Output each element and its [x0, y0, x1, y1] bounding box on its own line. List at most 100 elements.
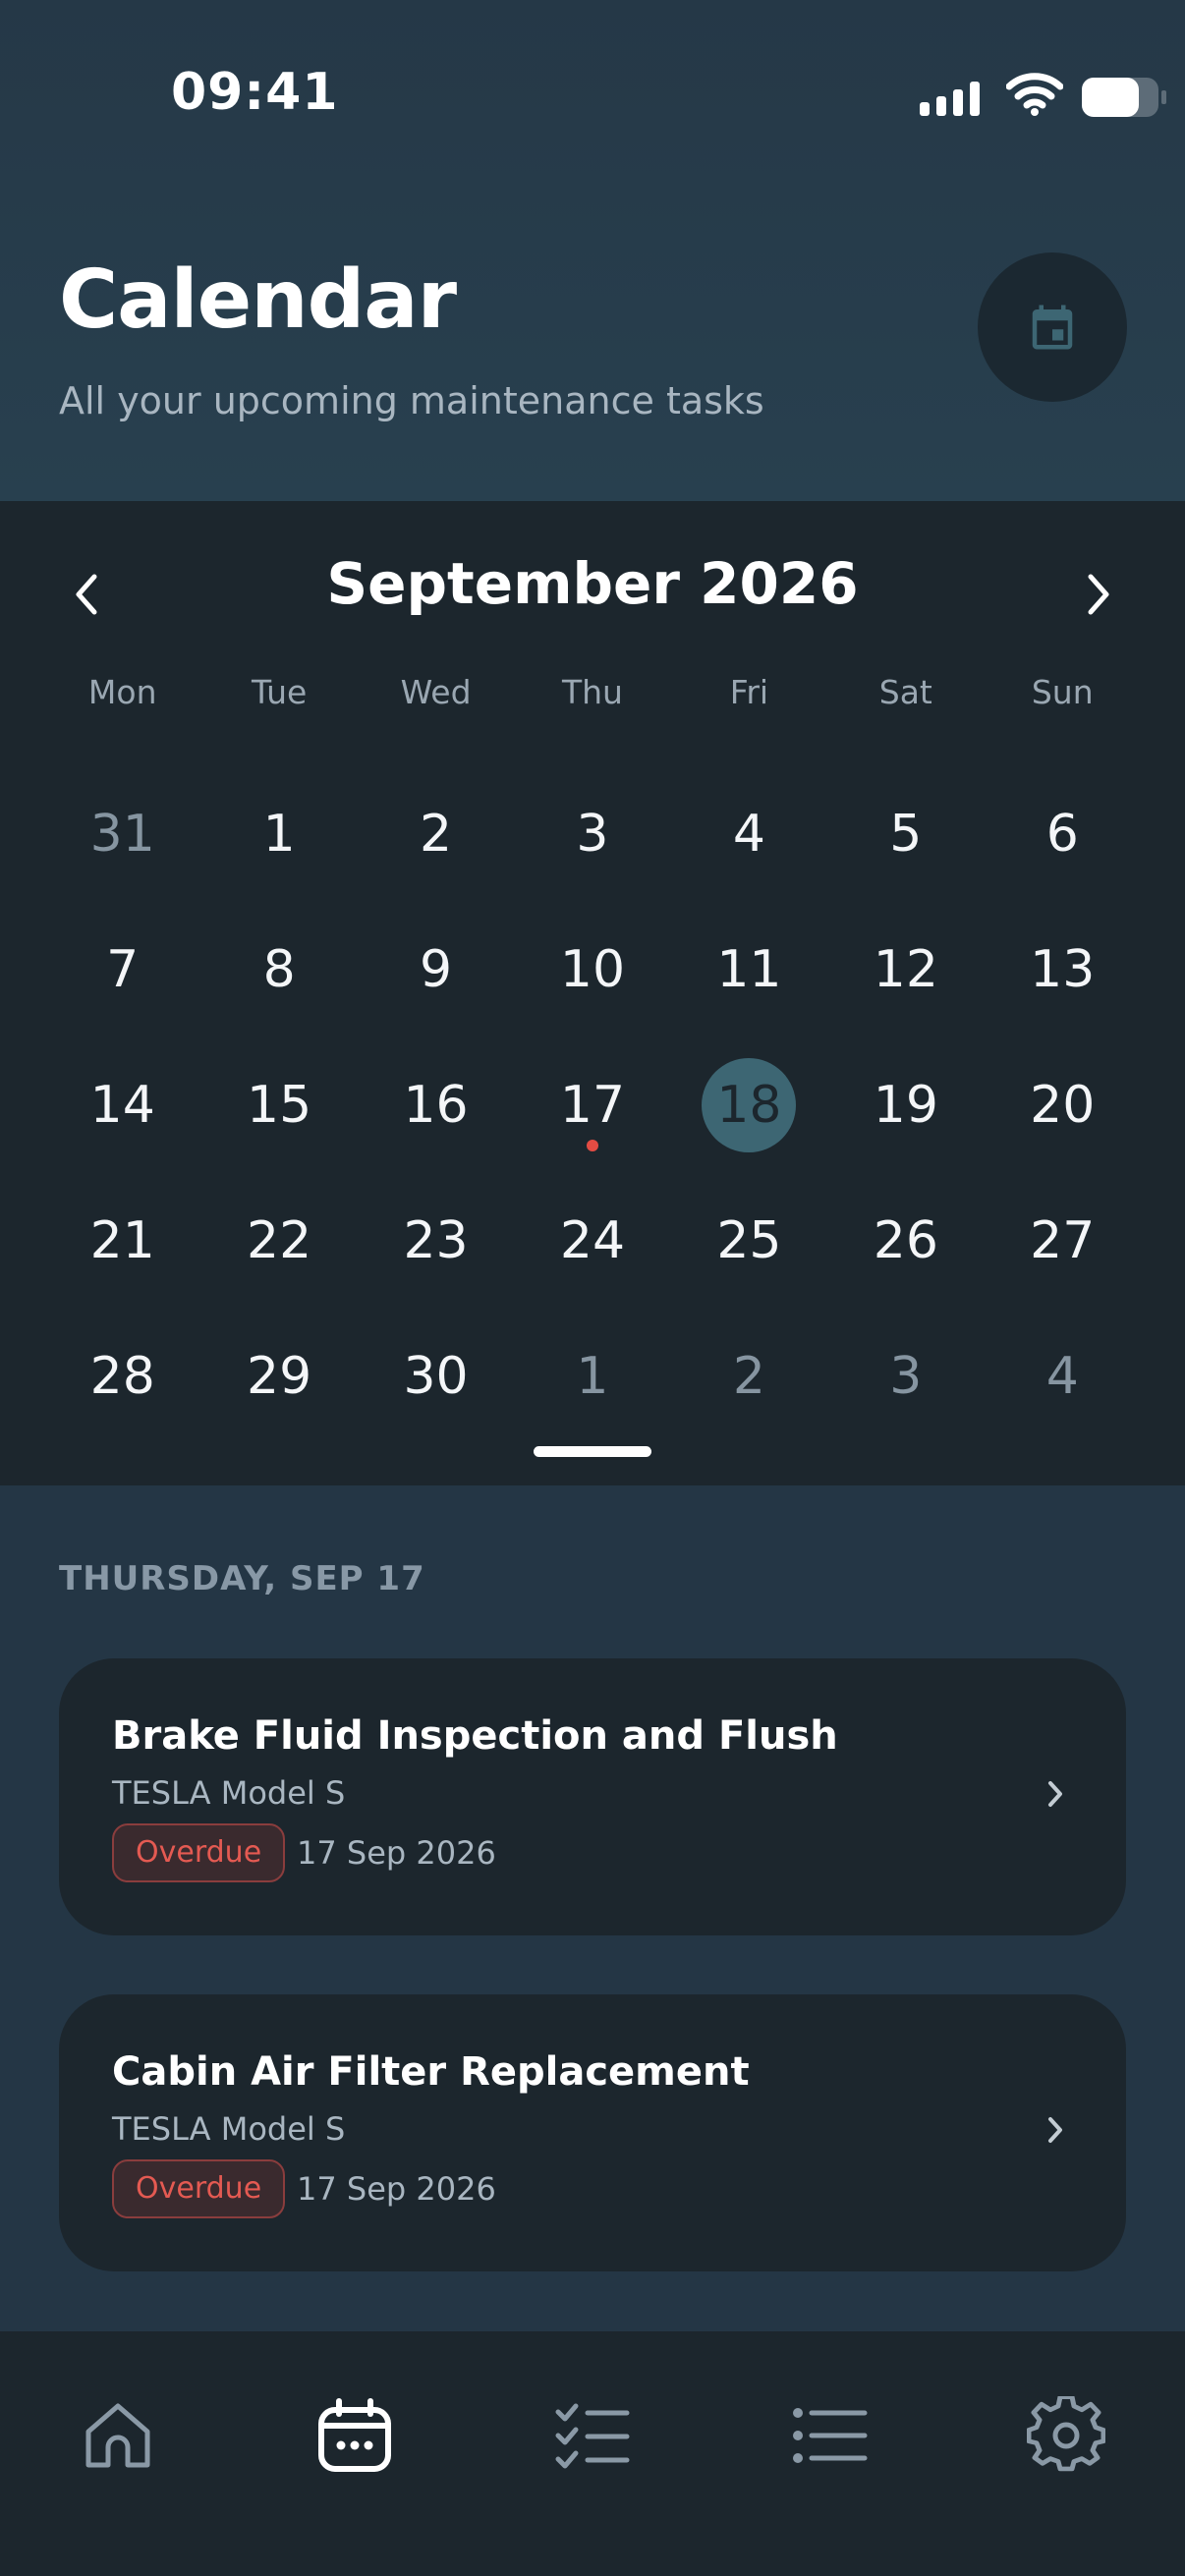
chevron-right-icon	[1048, 2117, 1062, 2143]
calendar-day[interactable]: 8	[200, 902, 357, 1037]
section-header: THURSDAY, SEP 17	[59, 1559, 425, 1598]
calendar-icon	[318, 2398, 391, 2472]
weekday-label: Wed	[400, 673, 472, 711]
calendar-action-button[interactable]	[978, 252, 1127, 402]
tab-settings[interactable]	[1017, 2386, 1115, 2485]
tab-tasks[interactable]	[542, 2386, 641, 2485]
calendar-day[interactable]: 10	[514, 902, 670, 1037]
calendar-day-number: 20	[1030, 1076, 1096, 1135]
calendar-day-number: 15	[247, 1076, 312, 1135]
calendar-day[interactable]: 31	[44, 766, 200, 902]
calendar-day-number: 1	[576, 1347, 609, 1406]
task-card[interactable]: Brake Fluid Inspection and Flush TESLA M…	[59, 1658, 1126, 1935]
calendar-week-row: 21 22 23 24 25 26 27	[44, 1173, 1141, 1309]
calendar-day-number: 13	[1030, 940, 1096, 999]
calendar-day-number: 21	[89, 1211, 155, 1270]
page-subtitle: All your upcoming maintenance tasks	[59, 379, 764, 422]
calendar-day[interactable]: 2	[358, 766, 514, 902]
calendar-day[interactable]: 1	[200, 766, 357, 902]
weekday-label: Fri	[729, 673, 769, 711]
calendar-day-number: 8	[262, 940, 296, 999]
task-vehicle: TESLA Model S	[112, 1774, 346, 1812]
header-area: 09:41 Calendar All your upcoming mainten…	[0, 0, 1185, 501]
next-month-button[interactable]	[1071, 560, 1126, 629]
calendar-day-number: 22	[247, 1211, 312, 1270]
weekday-label: Mon	[87, 673, 157, 711]
calendar-day[interactable]: 20	[985, 1037, 1141, 1173]
status-badge: Overdue	[112, 2159, 286, 2218]
task-date: 17 Sep 2026	[297, 2170, 496, 2208]
weekday-label: Thu	[561, 673, 623, 711]
calendar-day-number: 17	[559, 1076, 626, 1135]
calendar-grid: 31 1 2 3 4 5 6 7 8 9 10 11 12 13 14 15 16 17 18 19 20 21 22 23 2…	[44, 766, 1141, 1444]
calendar-day-number: 4	[1045, 1347, 1079, 1406]
status-badge: Overdue	[112, 1823, 286, 1882]
chevron-right-icon	[1088, 574, 1109, 615]
calendar-day-number: 2	[420, 805, 453, 864]
calendar-day-selected[interactable]: 18	[671, 1037, 827, 1173]
calendar-day[interactable]: 24	[514, 1173, 670, 1309]
calendar-day[interactable]: 3	[514, 766, 670, 902]
calendar-day[interactable]: 28	[44, 1309, 200, 1444]
drag-handle[interactable]	[534, 1446, 651, 1457]
wifi-icon	[1006, 73, 1063, 116]
status-icons	[890, 69, 1185, 128]
calendar-day[interactable]: 15	[200, 1037, 357, 1173]
calendar-day[interactable]: 14	[44, 1037, 200, 1173]
calendar-day[interactable]: 16	[358, 1037, 514, 1173]
calendar-week-row: 14 15 16 17 18 19 20	[44, 1037, 1141, 1173]
event-dot	[586, 1140, 598, 1151]
calendar-week-row: 28 29 30 1 2 3 4	[44, 1309, 1141, 1444]
status-bar: 09:41	[0, 0, 1185, 187]
calendar-day-number: 16	[403, 1076, 469, 1135]
task-card[interactable]: Cabin Air Filter Replacement TESLA Model…	[59, 1994, 1126, 2271]
calendar-day[interactable]: 7	[44, 902, 200, 1037]
battery-icon	[1082, 78, 1166, 117]
calendar-day[interactable]: 26	[827, 1173, 984, 1309]
calendar-day[interactable]: 23	[358, 1173, 514, 1309]
calendar-day[interactable]: 5	[827, 766, 984, 902]
calendar-day[interactable]: 9	[358, 902, 514, 1037]
settings-icon	[1027, 2396, 1105, 2472]
calendar-day-number: 18	[716, 1076, 782, 1135]
weekday-label: Sun	[1031, 673, 1094, 711]
calendar-day[interactable]: 4	[985, 1309, 1141, 1444]
tab-list[interactable]	[780, 2386, 878, 2485]
month-label: September 2026	[326, 550, 859, 617]
calendar-day[interactable]: 3	[827, 1309, 984, 1444]
calendar-day-number: 19	[873, 1076, 938, 1135]
home-icon	[85, 2403, 150, 2468]
calendar-day[interactable]: 1	[514, 1309, 670, 1444]
calendar-day-number: 3	[576, 805, 609, 864]
tab-calendar[interactable]	[306, 2386, 404, 2485]
calendar-day[interactable]: 27	[985, 1173, 1141, 1309]
calendar-day-number: 23	[403, 1211, 469, 1270]
calendar-day-number: 11	[716, 940, 782, 999]
calendar-day-number: 24	[559, 1211, 626, 1270]
calendar-day[interactable]: 6	[985, 766, 1141, 902]
calendar-week-row: 7 8 9 10 11 12 13	[44, 902, 1141, 1037]
calendar-day[interactable]: 30	[358, 1309, 514, 1444]
calendar-day[interactable]: 21	[44, 1173, 200, 1309]
calendar-day[interactable]: 13	[985, 902, 1141, 1037]
calendar-day[interactable]: 25	[671, 1173, 827, 1309]
calendar-day-number: 7	[106, 940, 140, 999]
calendar-day[interactable]: 19	[827, 1037, 984, 1173]
calendar-day[interactable]: 17	[514, 1037, 670, 1173]
calendar-day-number: 4	[732, 805, 765, 864]
calendar-day-number: 14	[89, 1076, 155, 1135]
bottom-nav	[0, 2331, 1185, 2576]
calendar-day[interactable]: 11	[671, 902, 827, 1037]
calendar-day[interactable]: 4	[671, 766, 827, 902]
list-icon	[793, 2408, 868, 2463]
page-title: Calendar	[59, 253, 457, 347]
calendar-day[interactable]: 22	[200, 1173, 357, 1309]
task-title: Cabin Air Filter Replacement	[112, 2049, 750, 2095]
calendar-day[interactable]: 2	[671, 1309, 827, 1444]
calendar-day[interactable]: 12	[827, 902, 984, 1037]
tab-home[interactable]	[69, 2386, 167, 2485]
calendar-day-number: 1	[262, 805, 296, 864]
chevron-right-icon	[1048, 1781, 1062, 1807]
calendar-day-number: 9	[420, 940, 453, 999]
calendar-day[interactable]: 29	[200, 1309, 357, 1444]
